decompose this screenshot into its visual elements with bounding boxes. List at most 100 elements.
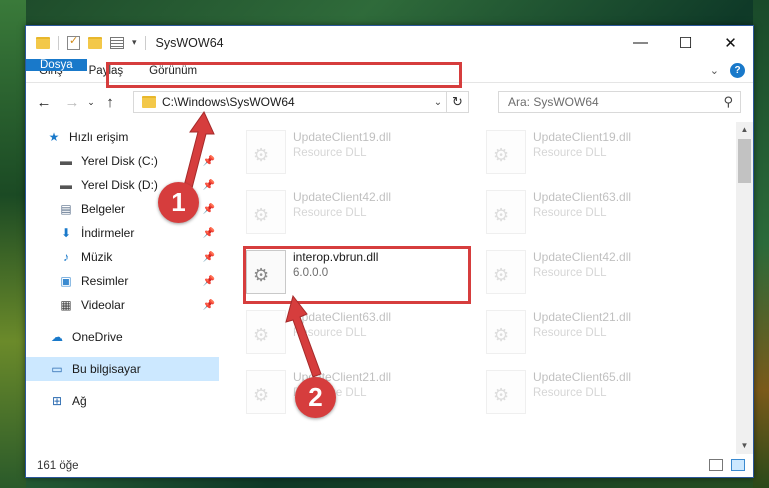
new-folder-icon[interactable]	[88, 36, 102, 49]
file-name: UpdateClient65.dll	[533, 370, 632, 384]
step-badge-2: 2	[295, 377, 336, 418]
sidebar-item-label: Bu bilgisayar	[72, 362, 141, 376]
address-path[interactable]: C:\Windows\SysWOW64	[162, 95, 430, 109]
sidebar-item-onedrive[interactable]: ☁ OneDrive	[26, 325, 219, 349]
file-item[interactable]: UpdateClient19.dll Resource DLL	[246, 130, 391, 174]
recent-locations-icon[interactable]: ⌄	[84, 97, 98, 108]
file-name: UpdateClient42.dll	[293, 190, 392, 204]
address-highlight-box	[106, 62, 462, 88]
details-view-icon[interactable]	[709, 459, 723, 471]
sidebar-item-videos[interactable]: ▦ Videolar 📌	[26, 293, 219, 317]
quick-access-toolbar: ▾	[26, 34, 146, 50]
sidebar-item-label: Yerel Disk (D:)	[81, 178, 158, 192]
up-arrow-icon[interactable]: ↑	[100, 94, 120, 111]
title-bar: ▾ SysWOW64 — ☐ ✕	[26, 26, 753, 59]
dll-file-icon	[486, 310, 526, 354]
address-dropdown-icon[interactable]: ⌄	[430, 97, 446, 108]
customize-toolbar-icon[interactable]: ▾	[132, 37, 137, 48]
help-icon[interactable]: ?	[730, 63, 745, 78]
desktop-background-left	[0, 0, 26, 488]
sidebar-item-music[interactable]: ♪ Müzik 📌	[26, 245, 219, 269]
item-count: 161 öğe	[37, 459, 79, 472]
file-description: Resource DLL	[533, 387, 607, 399]
minimize-button[interactable]: —	[618, 26, 663, 59]
scroll-up-icon[interactable]: ▲	[736, 122, 753, 138]
sidebar-item-label: Müzik	[81, 250, 113, 264]
vertical-scrollbar[interactable]: ▲ ▼	[736, 122, 753, 454]
network-icon: ⊞	[51, 394, 63, 408]
cloud-icon: ☁	[51, 330, 63, 344]
dll-file-icon	[486, 250, 526, 294]
properties-icon[interactable]	[110, 36, 124, 49]
sidebar-item-this-pc[interactable]: ▭ Bu bilgisayar	[26, 357, 219, 381]
file-name: UpdateClient21.dll	[533, 310, 632, 324]
tab-file[interactable]: Dosya	[26, 59, 87, 71]
sidebar-item-label: Hızlı erişim	[69, 130, 129, 144]
arrow-2-icon	[285, 294, 322, 378]
properties-check-icon[interactable]	[67, 34, 80, 50]
separator	[144, 35, 146, 50]
ribbon-expand-icon[interactable]: ⌄	[710, 64, 719, 77]
sidebar-item-label: İndirmeler	[81, 226, 135, 240]
large-icons-view-icon[interactable]	[731, 459, 745, 471]
scroll-down-icon[interactable]: ▼	[736, 438, 753, 454]
pin-icon[interactable]: 📌	[203, 276, 215, 287]
file-name: UpdateClient19.dll	[293, 130, 392, 144]
computer-icon: ▭	[51, 362, 63, 376]
sidebar-item-label: OneDrive	[72, 330, 123, 344]
dll-file-icon	[486, 190, 526, 234]
file-description: Resource DLL	[293, 207, 367, 219]
dll-file-icon	[246, 190, 286, 234]
sidebar-item-pictures[interactable]: ▣ Resimler 📌	[26, 269, 219, 293]
file-item[interactable]: UpdateClient42.dll Resource DLL	[246, 190, 391, 234]
search-placeholder: Ara: SysWOW64	[508, 95, 599, 109]
arrow-1-icon	[183, 110, 215, 189]
view-toggle	[709, 459, 745, 471]
status-bar: 161 öğe	[26, 454, 753, 477]
file-item[interactable]: UpdateClient19.dll Resource DLL	[486, 130, 631, 174]
sidebar-item-label: Resimler	[81, 274, 129, 288]
pin-icon[interactable]: 📌	[203, 252, 215, 263]
sidebar-item-label: Videolar	[81, 298, 125, 312]
star-icon: ★	[48, 130, 60, 144]
file-name: UpdateClient63.dll	[533, 190, 632, 204]
file-description: Resource DLL	[533, 267, 607, 279]
file-highlight-box	[243, 246, 471, 304]
maximize-button[interactable]: ☐	[663, 26, 708, 59]
pin-icon[interactable]: 📌	[203, 300, 215, 311]
navigation-bar: ← → ⌄ ↑ C:\Windows\SysWOW64 ⌄ ↻ Ara: Sys…	[26, 82, 753, 122]
pin-icon[interactable]: 📌	[203, 204, 215, 215]
download-icon: ⬇	[60, 226, 72, 240]
pin-icon[interactable]: 📌	[203, 228, 215, 239]
sidebar-item-network[interactable]: ⊞ Ağ	[26, 389, 219, 413]
pictures-icon: ▣	[60, 274, 72, 288]
sidebar-item-label: Belgeler	[81, 202, 126, 216]
drive-icon: ▬	[60, 178, 72, 192]
dll-file-icon	[486, 130, 526, 174]
forward-arrow-icon[interactable]: →	[62, 94, 82, 111]
file-item[interactable]: UpdateClient63.dll Resource DLL	[486, 190, 631, 234]
refresh-icon[interactable]: ↻	[446, 92, 468, 112]
back-arrow-icon[interactable]: ←	[34, 94, 54, 111]
search-input[interactable]: Ara: SysWOW64 ⚲	[498, 91, 741, 113]
dll-file-icon	[246, 130, 286, 174]
folder-icon	[36, 36, 50, 49]
file-item[interactable]: UpdateClient21.dll Resource DLL	[486, 310, 631, 354]
sidebar-item-downloads[interactable]: ⬇ İndirmeler 📌	[26, 221, 219, 245]
file-description: Resource DLL	[533, 207, 607, 219]
documents-icon: ▤	[60, 202, 72, 216]
window-title: SysWOW64	[155, 35, 224, 50]
window-controls: — ☐ ✕	[618, 26, 753, 59]
search-icon[interactable]: ⚲	[723, 94, 733, 110]
dll-file-icon	[246, 310, 286, 354]
music-icon: ♪	[63, 250, 69, 264]
drive-icon: ▬	[60, 154, 72, 168]
file-item[interactable]: UpdateClient42.dll Resource DLL	[486, 250, 631, 294]
file-name: UpdateClient42.dll	[533, 250, 632, 264]
file-description: Resource DLL	[533, 147, 607, 159]
folder-icon	[142, 96, 156, 108]
scrollbar-thumb[interactable]	[738, 139, 751, 183]
file-item[interactable]: UpdateClient65.dll Resource DLL	[486, 370, 631, 414]
dll-file-icon	[486, 370, 526, 414]
close-button[interactable]: ✕	[708, 26, 753, 59]
